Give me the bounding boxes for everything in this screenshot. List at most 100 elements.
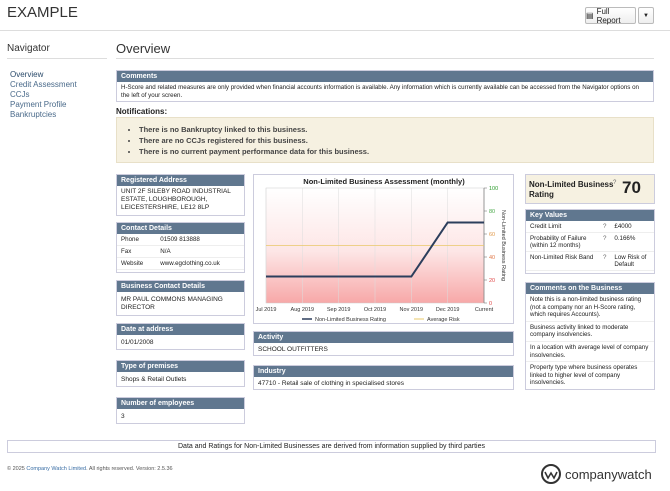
key-values-header: Key Values: [526, 210, 654, 221]
contact-label: Fax: [117, 245, 157, 258]
chart-x-tick-label: Nov 2019: [400, 307, 424, 313]
industry-panel: Industry 47710 - Retail sale of clothing…: [253, 365, 514, 390]
contact-details-header: Contact Details: [117, 223, 244, 234]
chart-y-tick-label: 80: [489, 209, 495, 215]
company-watch-logo: companywatch: [541, 464, 652, 484]
chart-x-tick-label: Oct 2019: [364, 307, 386, 313]
date-at-address-panel: Date at address 01/01/2008: [116, 323, 245, 350]
registered-address-header: Registered Address: [117, 175, 244, 186]
nav-item-credit-assessment[interactable]: Credit Assessment: [10, 80, 77, 90]
contact-row-phone: Phone 01509 813888: [117, 234, 244, 246]
key-value: Low Risk of Default: [610, 251, 654, 271]
help-icon[interactable]: ?: [598, 232, 611, 252]
employees-text: 3: [121, 413, 125, 420]
help-icon[interactable]: ?: [598, 221, 611, 233]
key-value: 0.166%: [610, 232, 654, 252]
help-icon[interactable]: ?: [598, 251, 611, 271]
copyright-prefix: © 2025: [7, 466, 25, 472]
contact-details-table: Phone 01509 813888 Fax N/A Website www.egcl…: [117, 234, 244, 270]
employees-panel: Number of employees 3: [116, 397, 245, 424]
notifications-panel: There is no Bankruptcy linked to this bu…: [116, 117, 654, 163]
registered-address-panel: Registered Address UNIT 2F SILEBY ROAD I…: [116, 174, 245, 216]
company-watch-link[interactable]: Company Watch Limited: [26, 466, 86, 472]
report-options-dropdown[interactable]: ▼: [638, 7, 654, 24]
help-icon[interactable]: ?: [613, 180, 616, 186]
business-comment: In a location with average level of comp…: [526, 342, 654, 363]
chart-y-tick-label: 20: [489, 278, 495, 284]
chart-x-tick-label: Dec 2019: [436, 307, 460, 313]
chart-legend-label: Non-Limited Business Rating: [315, 317, 386, 323]
industry-text: 47710 - Retail sale of clothing in speci…: [258, 380, 404, 387]
assessment-chart: Non-Limited Business Assessment (monthly…: [256, 177, 506, 323]
business-rating-label: Non-Limited Business Rating: [529, 180, 614, 199]
nav-item-payment-profile[interactable]: Payment Profile: [10, 100, 77, 110]
navigator-title: Navigator: [7, 43, 50, 54]
date-at-address-text: 01/01/2008: [121, 339, 154, 346]
registered-address-text: UNIT 2F SILEBY ROAD INDUSTRIAL ESTATE, L…: [121, 188, 231, 211]
chart-y-axis-label: Non-Limited Business Rating: [500, 210, 506, 281]
industry-header: Industry: [254, 366, 513, 377]
nav-item-overview[interactable]: Overview: [10, 70, 77, 80]
overview-divider: [116, 58, 654, 59]
contact-details-panel: Contact Details Phone 01509 813888 Fax N/A…: [116, 222, 245, 273]
nav-item-bankruptcies[interactable]: Bankruptcies: [10, 110, 77, 120]
chart-x-tick-label: Sep 2019: [327, 307, 351, 313]
premises-text: Shops & Retail Outlets: [121, 376, 187, 383]
chart-x-tick-label: Current: [475, 307, 494, 313]
footer-note: Data and Ratings for Non-Limited Busines…: [7, 440, 656, 453]
notification-item: There is no Bankruptcy linked to this bu…: [139, 124, 653, 135]
contact-value: 01509 813888: [156, 234, 244, 246]
full-report-button[interactable]: ▤ Full Report: [585, 6, 636, 25]
chart-y-tick-label: 60: [489, 232, 495, 238]
overview-title: Overview: [116, 41, 171, 56]
date-at-address-header: Date at address: [117, 324, 244, 335]
key-value: £4000: [610, 221, 654, 233]
header-divider: [0, 30, 670, 31]
company-watch-logo-text: companywatch: [565, 466, 652, 482]
notifications-title: Notifications:: [116, 107, 168, 116]
business-rating-panel: Non-Limited Business Rating ? 70: [525, 174, 655, 204]
business-contact-text: MR PAUL COMMONS MANAGING DIRECTOR: [121, 296, 223, 311]
contact-label: Phone: [117, 234, 157, 246]
contact-row-fax: Fax N/A: [117, 245, 244, 258]
full-report-label: Full Report: [596, 6, 621, 25]
document-icon: ▤: [586, 11, 594, 20]
contact-value: N/A: [156, 245, 244, 258]
business-comment: Property type where business operates li…: [530, 364, 638, 387]
employees-header: Number of employees: [117, 398, 244, 409]
activity-header: Activity: [254, 332, 513, 343]
key-label: Probability of Failure (within 12 months…: [526, 232, 599, 252]
copyright-suffix: . All rights reserved. Version: 2.5.36: [86, 466, 173, 472]
comments-panel: Comments H-Score and related measures ar…: [116, 70, 654, 102]
contact-label: Website: [117, 257, 157, 270]
business-contact-panel: Business Contact Details MR PAUL COMMONS…: [116, 280, 245, 316]
notification-item: There are no CCJs registered for this bu…: [139, 135, 653, 146]
business-comments-header: Comments on the Business: [526, 283, 654, 294]
key-value-row: Non-Limited Risk Band? Low Risk of Defaul…: [526, 251, 654, 271]
business-comment: Note this is a non-limited business rati…: [526, 294, 654, 322]
key-value-row: Credit Limit? £4000: [526, 221, 654, 233]
business-comment: Business activity linked to moderate com…: [526, 322, 654, 342]
navigator-divider: [7, 58, 107, 59]
chart-y-tick-label: 100: [489, 186, 498, 192]
key-values-table: Credit Limit? £4000 Probability of Failur…: [526, 221, 654, 271]
chart-x-tick-label: Jul 2019: [256, 307, 277, 313]
business-rating-value: 70: [622, 178, 641, 197]
chart-title: Non-Limited Business Assessment (monthly…: [303, 177, 465, 186]
contact-row-website: Website www.egclothing.co.uk: [117, 257, 244, 270]
comments-header: Comments: [117, 71, 653, 82]
activity-text: SCHOOL OUTFITTERS: [258, 346, 328, 353]
chart-legend-label: Average Risk: [427, 317, 460, 323]
business-comments-panel: Comments on the Business Note this is a …: [525, 282, 655, 390]
copyright-text: © 2025 Company Watch Limited. All rights…: [7, 466, 173, 472]
key-values-panel: Key Values Credit Limit? £4000 Probabilit…: [525, 209, 655, 274]
chart-y-tick-label: 40: [489, 255, 495, 261]
contact-value: www.egclothing.co.uk: [156, 257, 244, 270]
chart-x-tick-label: Aug 2019: [291, 307, 315, 313]
premises-header: Type of premises: [117, 361, 244, 372]
nav-item-ccjs[interactable]: CCJs: [10, 90, 77, 100]
company-watch-logo-icon: [541, 464, 561, 484]
key-label: Credit Limit: [526, 221, 599, 233]
key-value-row: Probability of Failure (within 12 months…: [526, 232, 654, 252]
page-title: EXAMPLE: [7, 4, 78, 21]
